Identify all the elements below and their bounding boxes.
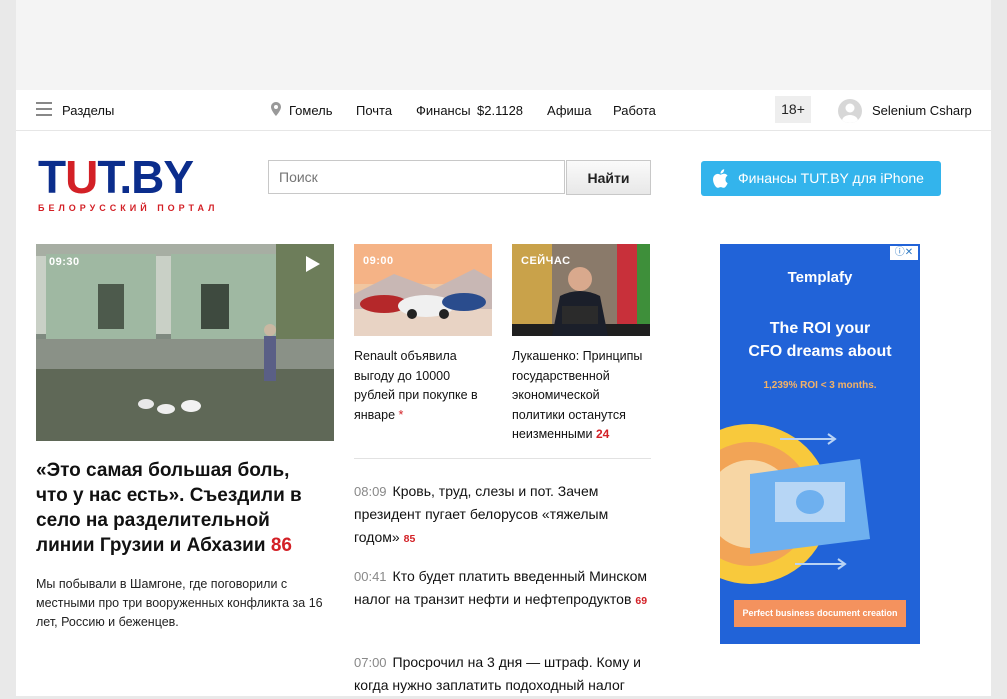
city-link[interactable]: Гомель bbox=[289, 103, 333, 118]
ad-headline-2: CFO dreams about bbox=[748, 343, 892, 360]
user-avatar-icon[interactable] bbox=[838, 99, 862, 123]
afisha-link[interactable]: Афиша bbox=[547, 103, 591, 118]
page: Разделы Гомель Почта Финансы $2.1128 Афи… bbox=[16, 0, 991, 696]
divider bbox=[354, 458, 651, 459]
sections-link[interactable]: Разделы bbox=[62, 103, 114, 118]
search-button[interactable]: Найти bbox=[566, 160, 651, 195]
story2-time: 09:00 bbox=[363, 255, 394, 267]
ad-headline-1: The ROI your bbox=[769, 320, 871, 337]
story3-image[interactable]: СЕЙЧАС bbox=[512, 244, 650, 336]
story3-title[interactable]: Лукашенко: Принципы государственной экон… bbox=[512, 347, 650, 445]
ad-cta-button[interactable]: Perfect business document creation bbox=[734, 600, 906, 627]
news-item[interactable]: 00:41 Кто будет платить введенный Минском… bbox=[354, 565, 654, 613]
main-story-title[interactable]: «Это самая большая боль, что у нас есть»… bbox=[36, 458, 326, 558]
location-pin-icon bbox=[271, 102, 281, 116]
main-story-time: 09:30 bbox=[49, 256, 80, 268]
main-story-comments[interactable]: 86 bbox=[271, 535, 292, 556]
main-story-title-text[interactable]: «Это самая большая боль, что у нас есть»… bbox=[36, 460, 302, 556]
age-rating-badge: 18+ bbox=[775, 96, 811, 123]
story2-mark: * bbox=[398, 407, 404, 422]
logo-subtitle: БЕЛОРУССКИЙ ПОРТАЛ bbox=[38, 203, 219, 213]
story2-image[interactable]: 09:00 bbox=[354, 244, 492, 336]
logo-text-t: T bbox=[38, 151, 66, 203]
top-banner-area bbox=[16, 0, 991, 90]
news-time: 00:41 bbox=[354, 569, 387, 584]
story2-title-text[interactable]: Renault объявила выгоду до 10000 рублей … bbox=[354, 349, 478, 422]
ad-subline: 1,239% ROI < 3 months. bbox=[763, 380, 877, 391]
search-input[interactable] bbox=[268, 160, 565, 194]
story3-title-text[interactable]: Лукашенко: Принципы государственной экон… bbox=[512, 349, 642, 441]
news-title[interactable]: Кто будет платить введенный Минском нало… bbox=[354, 568, 647, 607]
finance-app-button[interactable]: Финансы TUT.BY для iPhone bbox=[701, 161, 941, 196]
logo-text-u: U bbox=[65, 151, 98, 203]
main-story-lead: Мы побывали в Шамгоне, где поговорили с … bbox=[36, 577, 323, 629]
news-time: 08:09 bbox=[354, 484, 387, 499]
logo-text-tby: T.BY bbox=[97, 151, 194, 203]
finance-link[interactable]: Финансы bbox=[416, 103, 471, 118]
main-story-image[interactable]: 09:30 bbox=[36, 244, 334, 441]
news-time: 07:00 bbox=[354, 655, 387, 670]
work-link[interactable]: Работа bbox=[613, 103, 656, 118]
advertisement[interactable]: ⓘ✕ Templafy The ROI your CFO dreams abou… bbox=[720, 244, 920, 644]
adchoices-icon[interactable]: ⓘ✕ bbox=[890, 246, 918, 260]
finance-app-label: Финансы TUT.BY для iPhone bbox=[738, 170, 924, 186]
site-logo[interactable]: TUT.BY БЕЛОРУССКИЙ ПОРТАЛ bbox=[38, 154, 219, 213]
ad-brand: Templafy bbox=[787, 269, 853, 286]
ad-graphic bbox=[720, 424, 870, 584]
news-comments[interactable]: 85 bbox=[404, 533, 416, 545]
menu-icon[interactable] bbox=[36, 102, 52, 116]
story3-comments[interactable]: 24 bbox=[596, 427, 609, 441]
news-comments[interactable]: 69 bbox=[635, 595, 647, 607]
user-name[interactable]: Selenium Csharp bbox=[872, 103, 972, 118]
currency-rate[interactable]: $2.1128 bbox=[477, 103, 523, 118]
news-title[interactable]: Кровь, труд, слезы и пот. Зачем президен… bbox=[354, 483, 608, 545]
news-title[interactable]: Просрочил на 3 дня — штраф. Кому и когда… bbox=[354, 654, 641, 693]
news-item[interactable]: 08:09 Кровь, труд, слезы и пот. Зачем пре… bbox=[354, 480, 654, 551]
mail-link[interactable]: Почта bbox=[356, 103, 392, 118]
story3-time: СЕЙЧАС bbox=[521, 255, 571, 267]
story2-title[interactable]: Renault объявила выгоду до 10000 рублей … bbox=[354, 347, 492, 425]
apple-icon bbox=[713, 169, 728, 188]
news-item[interactable]: 07:00 Просрочил на 3 дня — штраф. Кому и … bbox=[354, 651, 654, 699]
